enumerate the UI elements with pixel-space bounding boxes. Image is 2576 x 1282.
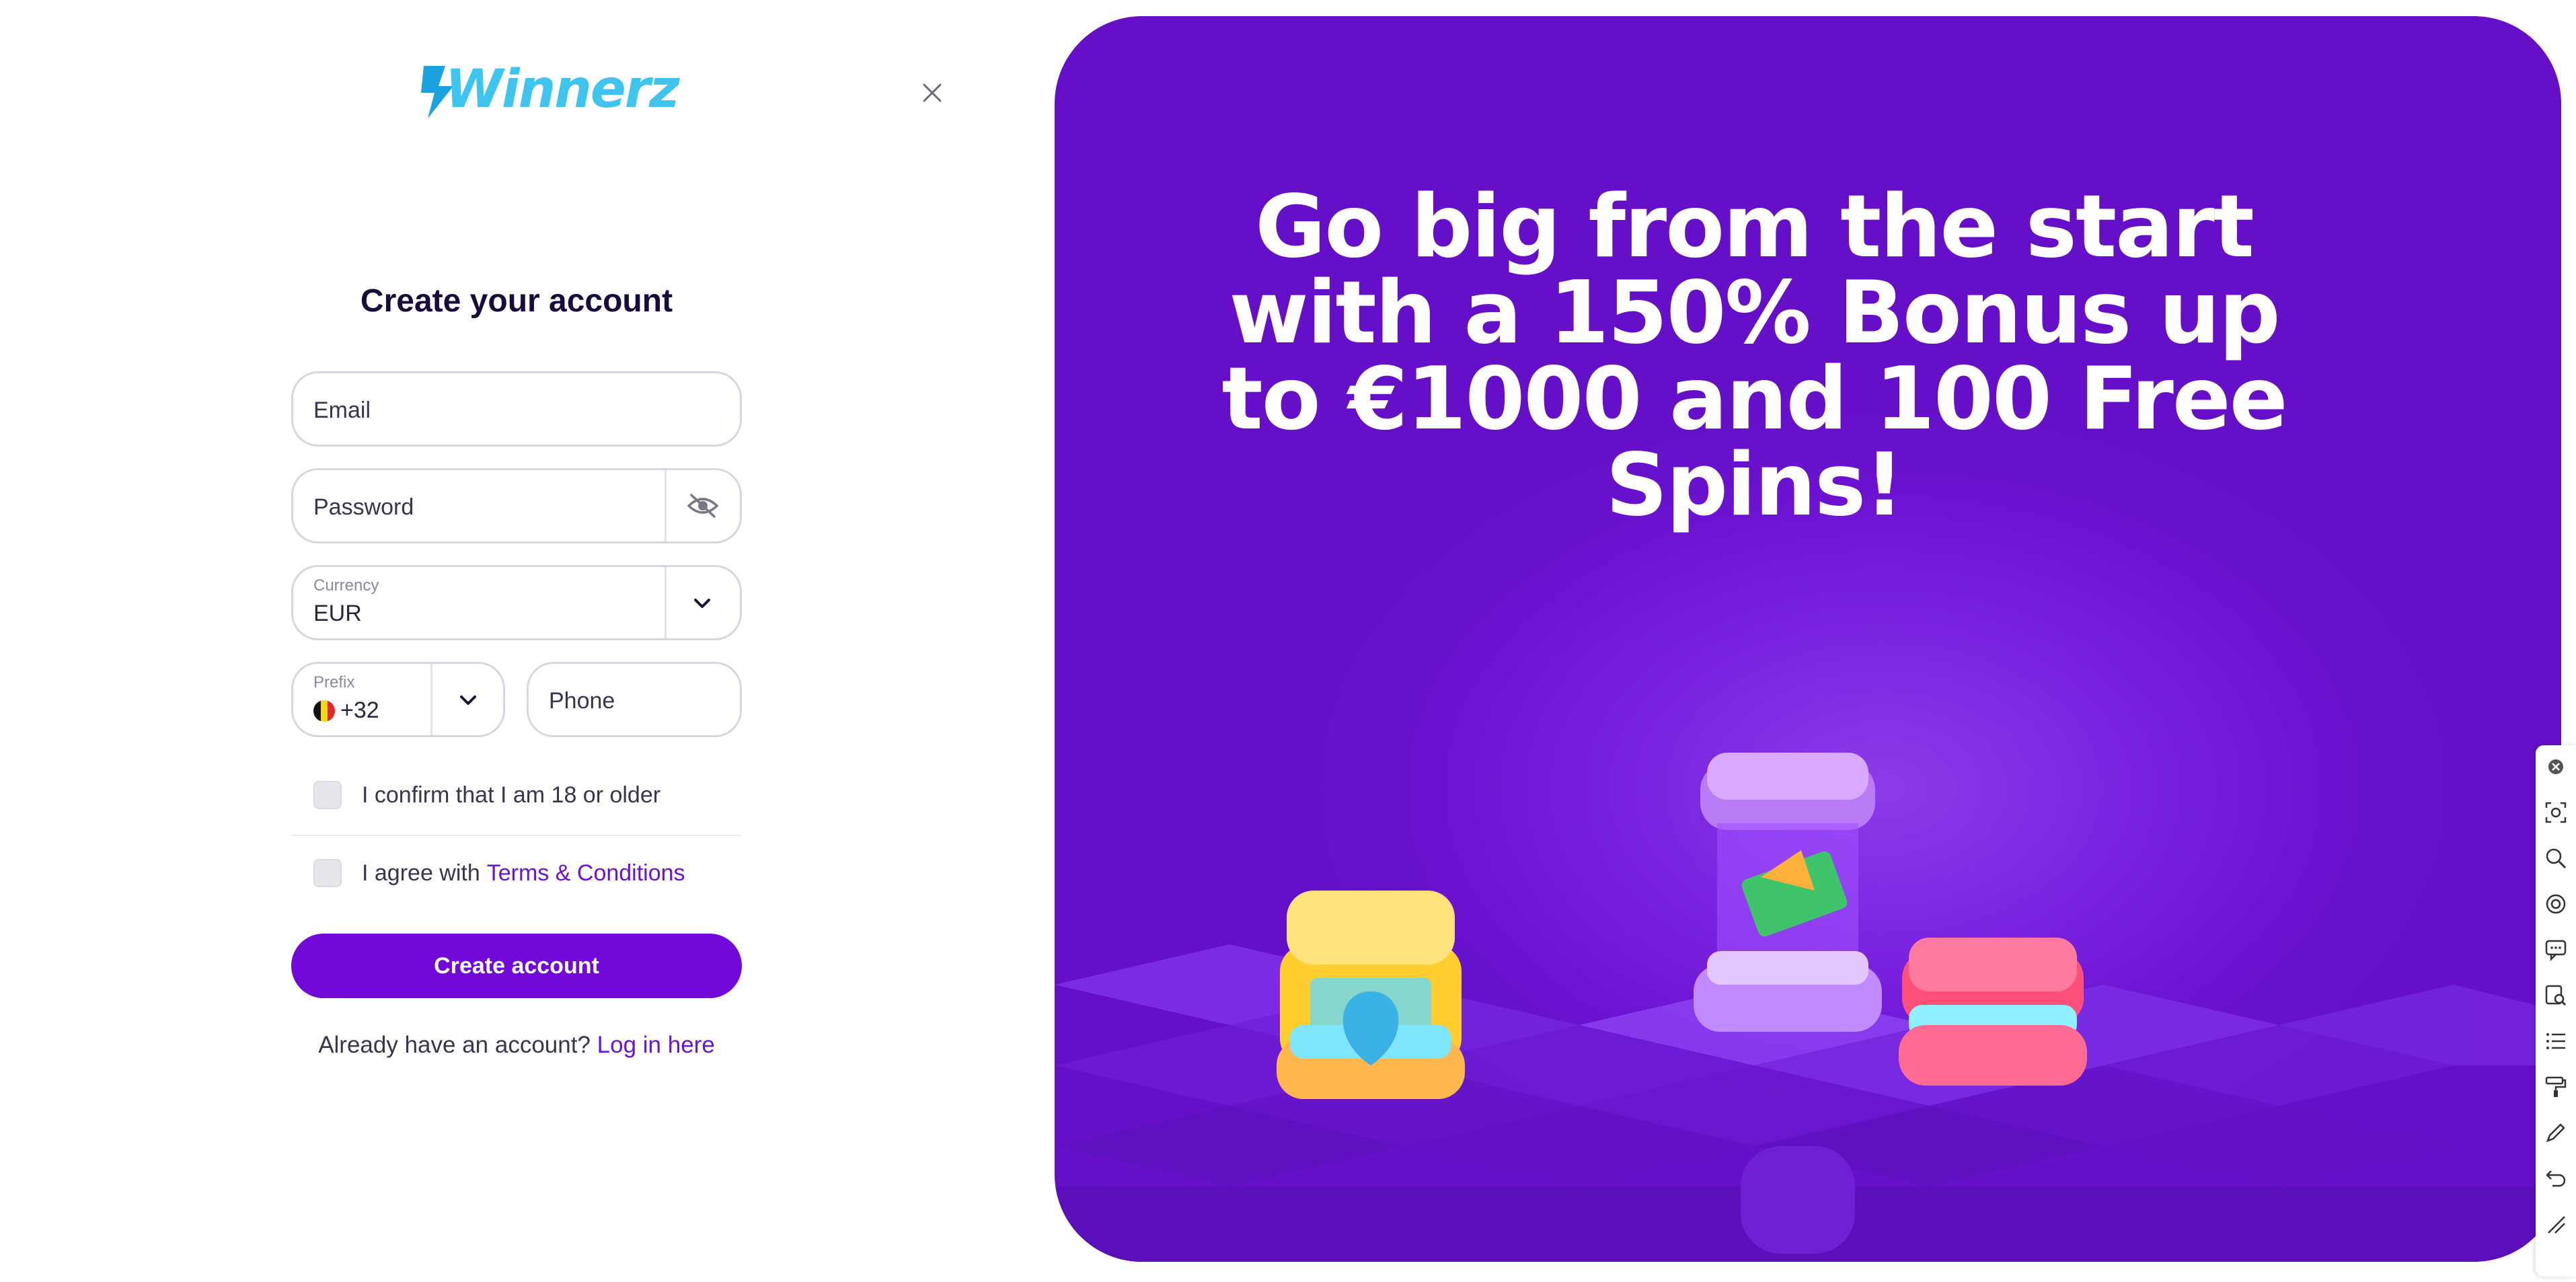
toggle-password-visibility-button[interactable] xyxy=(679,489,726,523)
list-icon xyxy=(2546,1033,2565,1049)
terms-row: I agree with Terms & Conditions xyxy=(313,853,742,893)
terms-link[interactable]: Terms & Conditions xyxy=(487,860,685,887)
toolbar-camera-button[interactable] xyxy=(2542,891,2569,917)
create-account-button[interactable]: Create account xyxy=(291,934,742,998)
chevron-down-icon xyxy=(694,599,710,608)
screenshot-icon xyxy=(2545,802,2567,823)
currency-value: EUR xyxy=(313,601,362,626)
phone-prefix-select[interactable]: Prefix +32 xyxy=(291,662,505,737)
signup-panel: Winnerz Create your account Email Passwo… xyxy=(0,0,1049,1282)
field-separator xyxy=(665,567,667,638)
inspect-icon xyxy=(2545,985,2567,1006)
toolbar-inspect-button[interactable] xyxy=(2542,982,2569,1009)
phone-placeholder: Phone xyxy=(549,688,615,714)
prefix-value: +32 xyxy=(340,697,379,723)
email-field[interactable]: Email xyxy=(291,371,742,447)
page-title: Create your account xyxy=(360,283,673,319)
toolbar-resize-button[interactable] xyxy=(2542,1211,2569,1238)
age-confirm-label: I confirm that I am 18 or older xyxy=(362,782,661,808)
pencil-icon xyxy=(2546,1123,2565,1143)
toolbar-search-button[interactable] xyxy=(2542,845,2569,872)
brand-name: Winnerz xyxy=(445,59,680,120)
currency-select[interactable]: Currency EUR xyxy=(291,565,742,640)
promo-headline: Go big from the start with a 150% Bonus … xyxy=(1221,177,2288,535)
age-confirm-checkbox[interactable] xyxy=(313,781,342,809)
resize-icon xyxy=(2548,1216,2565,1234)
terms-checkbox[interactable] xyxy=(313,859,342,887)
brand-logo[interactable]: Winnerz xyxy=(418,55,680,129)
password-field[interactable]: Password xyxy=(291,468,742,543)
currency-dropdown-button[interactable] xyxy=(682,590,722,617)
eye-off-icon xyxy=(687,494,719,518)
side-toolbar xyxy=(2536,745,2576,1277)
phone-field[interactable]: Phone xyxy=(527,662,742,737)
comment-icon xyxy=(2545,940,2567,961)
field-separator xyxy=(665,470,667,541)
toolbar-close-button[interactable] xyxy=(2542,753,2569,780)
toolbar-pencil-button[interactable] xyxy=(2542,1119,2569,1146)
toolbar-comment-button[interactable] xyxy=(2542,936,2569,963)
close-icon xyxy=(2548,759,2563,774)
chevron-down-icon xyxy=(460,695,476,705)
prefix-label: Prefix xyxy=(313,673,355,691)
field-separator xyxy=(430,664,432,735)
email-placeholder: Email xyxy=(313,398,371,423)
toolbar-screenshot-button[interactable] xyxy=(2542,799,2569,826)
promo-banner: Go big from the start with a 150% Bonus … xyxy=(1055,16,2561,1262)
promo-illustration xyxy=(1055,753,2561,1262)
login-prompt: Already have an account? Log in here xyxy=(291,1032,742,1059)
paint-roller-icon xyxy=(2545,1076,2567,1097)
close-icon xyxy=(923,83,942,102)
age-confirm-row: I confirm that I am 18 or older xyxy=(313,775,742,815)
toolbar-list-button[interactable] xyxy=(2542,1028,2569,1055)
search-icon xyxy=(2546,848,2567,869)
camera-icon xyxy=(2546,894,2566,914)
terms-label: I agree with xyxy=(362,860,480,886)
password-placeholder: Password xyxy=(313,494,414,520)
currency-label: Currency xyxy=(313,576,379,595)
divider xyxy=(291,835,742,836)
undo-icon xyxy=(2546,1170,2566,1187)
login-link[interactable]: Log in here xyxy=(597,1032,715,1058)
toolbar-undo-button[interactable] xyxy=(2542,1165,2569,1192)
close-button[interactable] xyxy=(916,77,948,109)
prefix-dropdown-button[interactable] xyxy=(448,687,488,714)
belgium-flag-icon xyxy=(313,700,335,722)
login-prompt-text: Already have an account? xyxy=(318,1032,591,1058)
toolbar-paint-button[interactable] xyxy=(2542,1073,2569,1100)
